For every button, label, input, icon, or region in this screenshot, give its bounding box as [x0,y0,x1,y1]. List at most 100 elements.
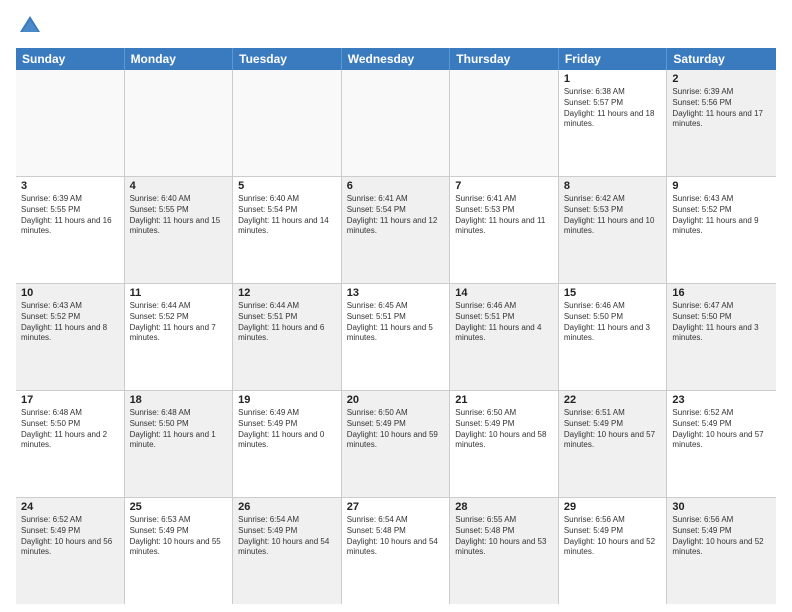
day-number: 29 [564,501,662,513]
day-number: 23 [672,394,771,406]
calendar-cell: 5 Sunrise: 6:40 AM Sunset: 5:54 PM Daylig… [233,177,342,283]
day-number: 22 [564,394,662,406]
day-info: Sunrise: 6:47 AM Sunset: 5:50 PM Dayligh… [672,301,771,344]
day-info: Sunrise: 6:56 AM Sunset: 5:49 PM Dayligh… [564,515,662,558]
day-number: 26 [238,501,336,513]
calendar-cell [233,70,342,176]
day-number: 12 [238,287,336,299]
day-number: 17 [21,394,119,406]
calendar-cell: 10 Sunrise: 6:43 AM Sunset: 5:52 PM Dayli… [16,284,125,390]
calendar: SundayMondayTuesdayWednesdayThursdayFrid… [16,48,776,604]
calendar-row: 1Sunrise: 6:38 AM Sunset: 5:57 PM Daylig… [16,70,776,177]
day-info: Sunrise: 6:39 AM Sunset: 5:56 PM Dayligh… [672,87,771,130]
calendar-header-cell: Thursday [450,48,559,70]
day-info: Sunrise: 6:52 AM Sunset: 5:49 PM Dayligh… [672,408,771,451]
calendar-cell: 4 Sunrise: 6:40 AM Sunset: 5:55 PM Daylig… [125,177,234,283]
day-info: Sunrise: 6:40 AM Sunset: 5:54 PM Dayligh… [238,194,336,237]
day-info: Sunrise: 6:41 AM Sunset: 5:53 PM Dayligh… [455,194,553,237]
day-number: 10 [21,287,119,299]
day-info: Sunrise: 6:52 AM Sunset: 5:49 PM Dayligh… [21,515,119,558]
day-number: 4 [130,180,228,192]
day-info: Sunrise: 6:46 AM Sunset: 5:50 PM Dayligh… [564,301,662,344]
day-info: Sunrise: 6:43 AM Sunset: 5:52 PM Dayligh… [672,194,771,237]
calendar-cell: 18 Sunrise: 6:48 AM Sunset: 5:50 PM Dayli… [125,391,234,497]
day-info: Sunrise: 6:46 AM Sunset: 5:51 PM Dayligh… [455,301,553,344]
day-info: Sunrise: 6:53 AM Sunset: 5:49 PM Dayligh… [130,515,228,558]
calendar-cell: 14 Sunrise: 6:46 AM Sunset: 5:51 PM Dayli… [450,284,559,390]
day-info: Sunrise: 6:45 AM Sunset: 5:51 PM Dayligh… [347,301,445,344]
day-number: 3 [21,180,119,192]
day-info: Sunrise: 6:39 AM Sunset: 5:55 PM Dayligh… [21,194,119,237]
day-info: Sunrise: 6:55 AM Sunset: 5:48 PM Dayligh… [455,515,553,558]
calendar-header-cell: Saturday [667,48,776,70]
day-number: 8 [564,180,662,192]
day-info: Sunrise: 6:41 AM Sunset: 5:54 PM Dayligh… [347,194,445,237]
day-info: Sunrise: 6:50 AM Sunset: 5:49 PM Dayligh… [455,408,553,451]
logo [16,12,48,40]
calendar-cell: 3 Sunrise: 6:39 AM Sunset: 5:55 PM Daylig… [16,177,125,283]
calendar-cell: 24 Sunrise: 6:52 AM Sunset: 5:49 PM Dayli… [16,498,125,604]
calendar-row: 24 Sunrise: 6:52 AM Sunset: 5:49 PM Dayli… [16,498,776,604]
day-number: 6 [347,180,445,192]
calendar-cell [16,70,125,176]
calendar-header-cell: Monday [125,48,234,70]
calendar-cell: 15 Sunrise: 6:46 AM Sunset: 5:50 PM Dayli… [559,284,668,390]
calendar-cell: 11Sunrise: 6:44 AM Sunset: 5:52 PM Dayli… [125,284,234,390]
day-number: 18 [130,394,228,406]
day-info: Sunrise: 6:48 AM Sunset: 5:50 PM Dayligh… [130,408,228,451]
day-info: Sunrise: 6:48 AM Sunset: 5:50 PM Dayligh… [21,408,119,451]
calendar-cell: 20 Sunrise: 6:50 AM Sunset: 5:49 PM Dayli… [342,391,451,497]
calendar-cell: 25 Sunrise: 6:53 AM Sunset: 5:49 PM Dayli… [125,498,234,604]
calendar-cell: 29 Sunrise: 6:56 AM Sunset: 5:49 PM Dayli… [559,498,668,604]
calendar-cell: 17 Sunrise: 6:48 AM Sunset: 5:50 PM Dayli… [16,391,125,497]
day-number: 21 [455,394,553,406]
day-info: Sunrise: 6:50 AM Sunset: 5:49 PM Dayligh… [347,408,445,451]
day-number: 15 [564,287,662,299]
day-info: Sunrise: 6:42 AM Sunset: 5:53 PM Dayligh… [564,194,662,237]
day-number: 2 [672,73,771,85]
day-info: Sunrise: 6:49 AM Sunset: 5:49 PM Dayligh… [238,408,336,451]
header [16,12,776,40]
logo-icon [16,12,44,40]
day-info: Sunrise: 6:44 AM Sunset: 5:51 PM Dayligh… [238,301,336,344]
calendar-row: 10 Sunrise: 6:43 AM Sunset: 5:52 PM Dayli… [16,284,776,391]
calendar-cell: 9 Sunrise: 6:43 AM Sunset: 5:52 PM Daylig… [667,177,776,283]
calendar-cell [125,70,234,176]
day-number: 20 [347,394,445,406]
calendar-cell: 27 Sunrise: 6:54 AM Sunset: 5:48 PM Dayli… [342,498,451,604]
page: SundayMondayTuesdayWednesdayThursdayFrid… [0,0,792,612]
day-number: 19 [238,394,336,406]
day-number: 30 [672,501,771,513]
day-number: 25 [130,501,228,513]
calendar-body: 1Sunrise: 6:38 AM Sunset: 5:57 PM Daylig… [16,70,776,604]
day-number: 24 [21,501,119,513]
day-info: Sunrise: 6:40 AM Sunset: 5:55 PM Dayligh… [130,194,228,237]
calendar-cell: 2 Sunrise: 6:39 AM Sunset: 5:56 PM Daylig… [667,70,776,176]
calendar-cell: 7Sunrise: 6:41 AM Sunset: 5:53 PM Daylig… [450,177,559,283]
calendar-row: 17 Sunrise: 6:48 AM Sunset: 5:50 PM Dayli… [16,391,776,498]
calendar-header-cell: Tuesday [233,48,342,70]
calendar-cell: 19 Sunrise: 6:49 AM Sunset: 5:49 PM Dayli… [233,391,342,497]
calendar-header-cell: Wednesday [342,48,451,70]
calendar-cell [342,70,451,176]
day-info: Sunrise: 6:43 AM Sunset: 5:52 PM Dayligh… [21,301,119,344]
calendar-cell: 30Sunrise: 6:56 AM Sunset: 5:49 PM Dayli… [667,498,776,604]
day-number: 27 [347,501,445,513]
calendar-cell: 13 Sunrise: 6:45 AM Sunset: 5:51 PM Dayli… [342,284,451,390]
day-number: 11 [130,287,228,299]
day-number: 14 [455,287,553,299]
calendar-cell: 12 Sunrise: 6:44 AM Sunset: 5:51 PM Dayli… [233,284,342,390]
day-number: 28 [455,501,553,513]
calendar-cell: 28 Sunrise: 6:55 AM Sunset: 5:48 PM Dayli… [450,498,559,604]
day-info: Sunrise: 6:51 AM Sunset: 5:49 PM Dayligh… [564,408,662,451]
day-number: 13 [347,287,445,299]
calendar-cell: 21 Sunrise: 6:50 AM Sunset: 5:49 PM Dayli… [450,391,559,497]
calendar-cell: 26 Sunrise: 6:54 AM Sunset: 5:49 PM Dayli… [233,498,342,604]
day-info: Sunrise: 6:54 AM Sunset: 5:49 PM Dayligh… [238,515,336,558]
day-info: Sunrise: 6:54 AM Sunset: 5:48 PM Dayligh… [347,515,445,558]
day-number: 9 [672,180,771,192]
day-number: 5 [238,180,336,192]
day-info: Sunrise: 6:38 AM Sunset: 5:57 PM Dayligh… [564,87,662,130]
calendar-cell: 6 Sunrise: 6:41 AM Sunset: 5:54 PM Daylig… [342,177,451,283]
day-number: 16 [672,287,771,299]
